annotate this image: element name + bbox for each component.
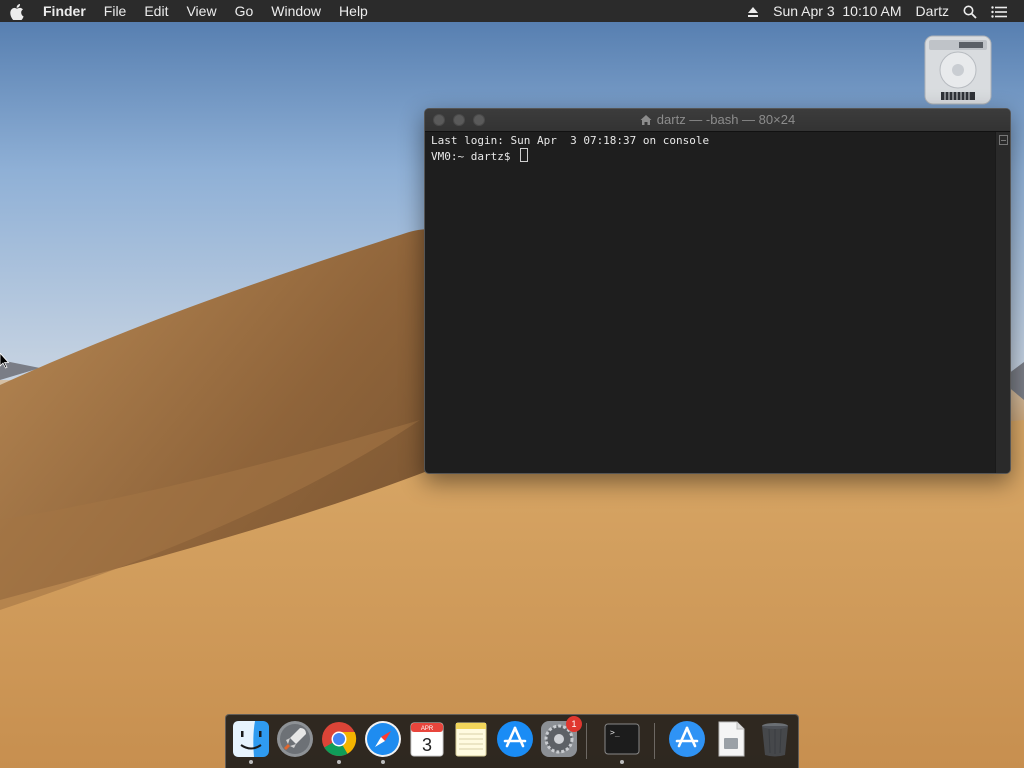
system-preferences-icon[interactable]: 1 bbox=[540, 716, 582, 758]
svg-text:APR: APR bbox=[421, 726, 434, 732]
app-store-downloads-icon[interactable] bbox=[668, 720, 706, 758]
menu-file[interactable]: File bbox=[95, 0, 136, 22]
terminal-title: dartz — -bash — 80×24 bbox=[656, 112, 796, 127]
terminal-output[interactable]: Last login: Sun Apr 3 07:18:37 on consol… bbox=[425, 132, 996, 473]
terminal-scrollbar[interactable] bbox=[995, 132, 1010, 473]
notification-badge: 1 bbox=[566, 716, 582, 732]
menu-app-finder[interactable]: Finder bbox=[34, 0, 95, 22]
svg-text:3: 3 bbox=[422, 735, 432, 755]
notification-center-icon[interactable] bbox=[984, 0, 1014, 22]
dock-separator bbox=[586, 723, 587, 759]
document-icon[interactable] bbox=[712, 720, 750, 758]
launchpad-icon[interactable] bbox=[276, 720, 314, 758]
terminal-icon[interactable]: >_ bbox=[603, 720, 641, 764]
user-name[interactable]: Dartz bbox=[909, 0, 956, 22]
menu-edit[interactable]: Edit bbox=[135, 0, 177, 22]
clock[interactable]: Sun Apr 3 10:10 AM bbox=[766, 0, 908, 22]
menu-view[interactable]: View bbox=[177, 0, 225, 22]
text-cursor bbox=[520, 148, 529, 162]
menu-window[interactable]: Window bbox=[262, 0, 330, 22]
dock: APR 3 1 >_ bbox=[225, 714, 799, 768]
eject-icon[interactable] bbox=[740, 0, 766, 22]
terminal-title-bar[interactable]: dartz — -bash — 80×24 bbox=[425, 109, 1010, 132]
calendar-icon[interactable]: APR 3 bbox=[408, 720, 446, 758]
hard-drive-icon[interactable] bbox=[921, 34, 995, 108]
mouse-pointer-icon bbox=[0, 352, 10, 374]
spotlight-search-icon[interactable] bbox=[956, 0, 984, 22]
trash-icon[interactable] bbox=[756, 720, 794, 758]
home-folder-icon bbox=[640, 111, 652, 133]
apple-logo-icon[interactable] bbox=[0, 2, 34, 20]
menu-go[interactable]: Go bbox=[226, 0, 263, 22]
app-store-icon[interactable] bbox=[496, 720, 534, 758]
terminal-prompt: VM0:~ dartz$ bbox=[431, 150, 518, 163]
terminal-window[interactable]: dartz — -bash — 80×24 Last login: Sun Ap… bbox=[424, 108, 1011, 474]
dock-separator bbox=[654, 723, 655, 759]
notes-icon[interactable] bbox=[452, 720, 490, 758]
split-pane-icon[interactable] bbox=[999, 135, 1008, 145]
svg-text:>_: >_ bbox=[610, 728, 620, 737]
menu-bar: Finder File Edit View Go Window Help Sun… bbox=[0, 0, 1024, 22]
menu-help[interactable]: Help bbox=[330, 0, 377, 22]
chrome-icon[interactable] bbox=[320, 720, 358, 764]
finder-icon[interactable] bbox=[232, 720, 270, 764]
safari-icon[interactable] bbox=[364, 720, 402, 764]
terminal-line: Last login: Sun Apr 3 07:18:37 on consol… bbox=[431, 134, 710, 147]
